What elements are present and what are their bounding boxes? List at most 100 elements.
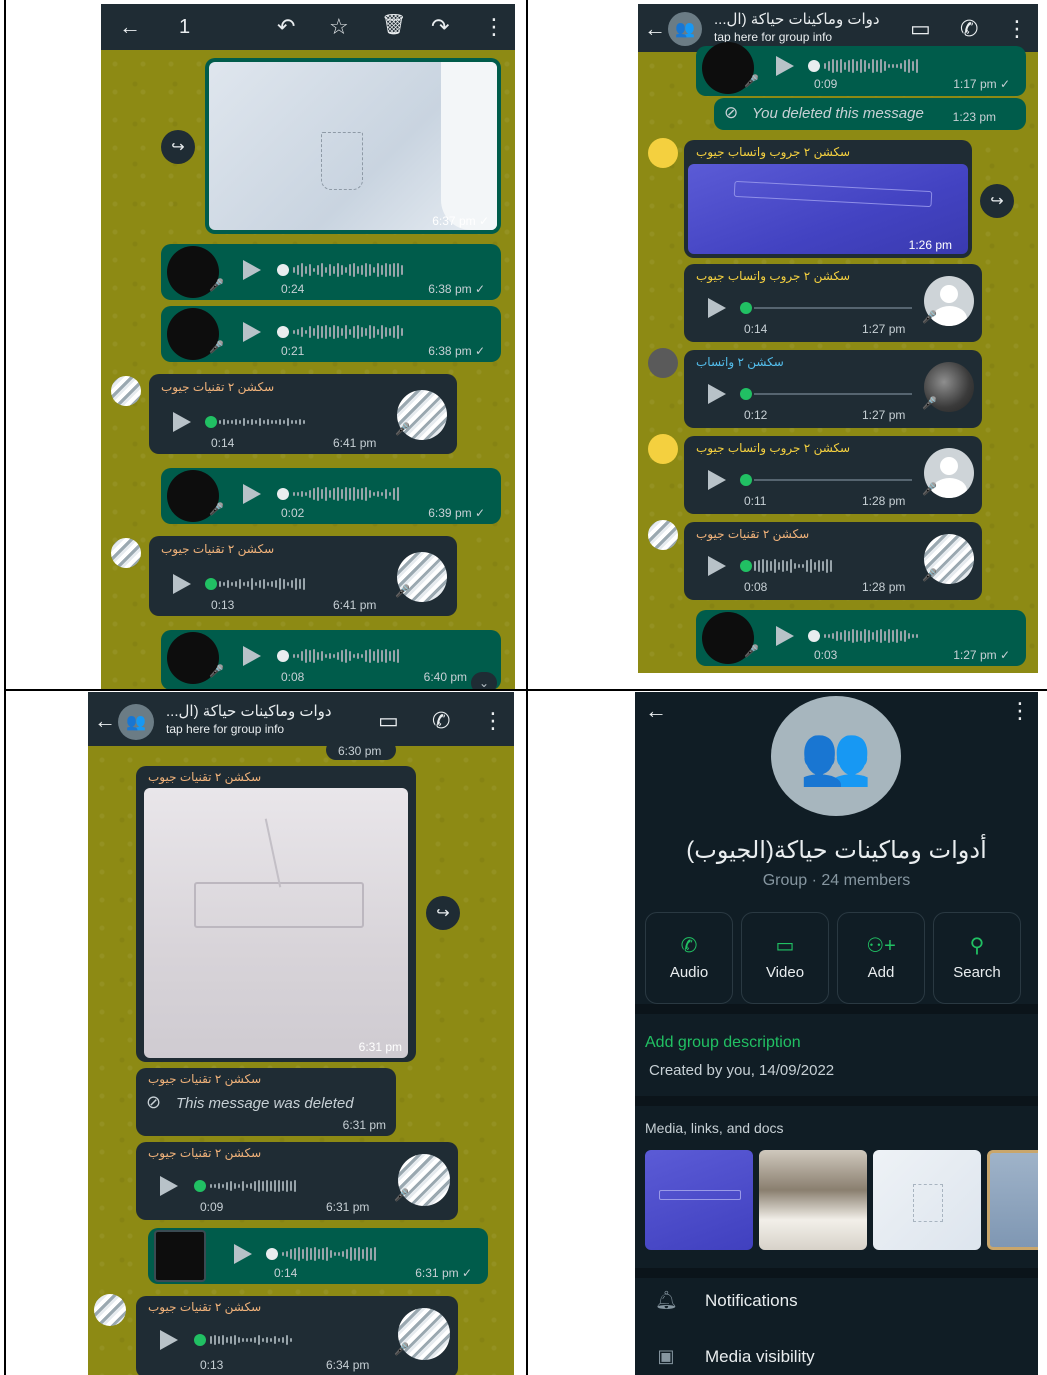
voice-message[interactable]: 🎤 0:03 1:27 pm ✓ <box>696 610 1026 666</box>
play-button[interactable] <box>243 646 261 666</box>
voice-message[interactable]: 0:14 6:31 pm ✓ <box>148 1228 488 1284</box>
sender-name[interactable]: سكشن ٢ تقنيات جيوب <box>148 1146 261 1160</box>
voice-message[interactable]: 🎤 0:02 6:39 pm ✓ <box>161 468 501 524</box>
media-thumbnail[interactable] <box>873 1150 981 1250</box>
voice-message[interactable]: سكشن ٢ تقنيات جيوب 0:08 1:28 pm 🎤 <box>684 522 982 600</box>
voice-message[interactable]: سكشن ٢ واتساب 0:12 1:27 pm 🎤 <box>684 350 982 428</box>
chat-header[interactable]: ← 👥 دوات وماكينات حياكة (ال... tap here … <box>88 692 514 746</box>
chat-title[interactable]: دوات وماكينات حياكة (ال... <box>714 10 880 28</box>
media-thumbnail[interactable] <box>759 1150 867 1250</box>
waveform[interactable] <box>824 58 1014 74</box>
sender-name[interactable]: سكشن ٢ جروب واتساب جيوب <box>696 441 850 455</box>
chat-header[interactable]: ← 👥 دوات وماكينات حياكة (ال... tap here … <box>638 4 1038 52</box>
reply-icon[interactable]: ↶ <box>277 14 295 40</box>
notifications-row[interactable]: 🔔︎ Notifications <box>655 1290 798 1311</box>
play-button[interactable] <box>234 1244 252 1264</box>
voice-message[interactable]: 🎤 0:24 6:38 pm ✓ <box>161 244 501 300</box>
group-avatar[interactable]: 👥 <box>118 704 154 740</box>
play-button[interactable] <box>708 556 726 576</box>
voice-message[interactable]: سكشن ٢ جروب واتساب جيوب 0:14 1:27 pm 🎤 <box>684 264 982 342</box>
play-button[interactable] <box>160 1176 178 1196</box>
progress-dot[interactable] <box>740 388 752 400</box>
arrow-left-icon[interactable]: ← <box>119 14 141 40</box>
waveform[interactable] <box>754 558 914 574</box>
star-icon[interactable]: ☆ <box>329 14 349 40</box>
play-button[interactable] <box>776 56 794 76</box>
arrow-left-icon[interactable]: ← <box>94 708 116 734</box>
voice-message[interactable]: 🎤 0:09 1:17 pm ✓ <box>696 42 1026 96</box>
image-message[interactable]: سكشن ٢ تقنيات جيوب 6:31 pm <box>136 766 416 1062</box>
waveform[interactable] <box>282 1246 472 1262</box>
play-button[interactable] <box>243 484 261 504</box>
media-thumbnail[interactable] <box>987 1150 1038 1250</box>
voice-message[interactable]: 🎤 0:08 6:40 pm <box>161 630 501 689</box>
trash-icon[interactable]: 🗑 <box>381 12 406 37</box>
sender-name[interactable]: سكشن ٢ تقنيات جيوب <box>161 542 274 556</box>
play-button[interactable] <box>708 298 726 318</box>
search-button[interactable]: ⚲ Search <box>933 912 1021 1004</box>
play-button[interactable] <box>173 412 191 432</box>
media-visibility-row[interactable]: ▣ Media visibility <box>655 1346 814 1367</box>
pocket-photo[interactable] <box>209 62 497 230</box>
phone-icon[interactable]: ✆ <box>960 16 978 42</box>
scroll-down-button[interactable]: ⌄ <box>471 672 497 689</box>
progress-dot[interactable] <box>740 560 752 572</box>
progress-dot[interactable] <box>205 578 217 590</box>
pocket-sample-photo[interactable] <box>144 788 408 1058</box>
sender-name[interactable]: سكشن ٢ تقنيات جيوب <box>148 1300 261 1314</box>
sender-name[interactable]: سكشن ٢ جروب واتساب جيوب <box>696 145 850 159</box>
sender-avatar[interactable] <box>111 538 141 568</box>
forward-icon[interactable]: ↪ <box>161 130 195 164</box>
play-button[interactable] <box>173 574 191 594</box>
phone-icon[interactable]: ✆ <box>432 708 450 734</box>
voice-message[interactable]: سكشن ٢ تقنيات جيوب 0:14 6:41 pm 🎤 <box>149 374 457 454</box>
play-button[interactable] <box>708 470 726 490</box>
waveform[interactable] <box>219 576 379 592</box>
play-button[interactable] <box>776 626 794 646</box>
add-group-description[interactable]: Add group description <box>645 1034 801 1052</box>
waveform[interactable] <box>824 628 1014 644</box>
sender-name[interactable]: سكشن ٢ تقنيات جيوب <box>148 770 261 784</box>
waveform[interactable] <box>210 1332 380 1348</box>
sender-avatar[interactable] <box>648 520 678 550</box>
play-button[interactable] <box>708 384 726 404</box>
progress-dot[interactable] <box>808 630 820 642</box>
group-avatar[interactable]: 👥 <box>668 12 702 46</box>
waveform[interactable] <box>293 486 483 502</box>
sender-avatar[interactable] <box>94 1294 126 1326</box>
progress-dot[interactable] <box>266 1248 278 1260</box>
progress-dot[interactable] <box>194 1180 206 1192</box>
waveform[interactable] <box>293 262 483 278</box>
play-button[interactable] <box>243 260 261 280</box>
video-icon[interactable]: ▭ <box>378 708 399 734</box>
partial-message[interactable]: 6:30 pm <box>326 740 396 760</box>
arrow-left-icon[interactable]: ← <box>644 16 666 42</box>
voice-message[interactable]: سكشن ٢ تقنيات جيوب 0:09 6:31 pm 🎤 <box>136 1142 458 1220</box>
waveform[interactable] <box>219 414 379 430</box>
video-icon[interactable]: ▭ <box>910 16 931 42</box>
voice-message[interactable]: سكشن ٢ تقنيات جيوب 0:13 6:41 pm 🎤 <box>149 536 457 616</box>
progress-dot[interactable] <box>740 302 752 314</box>
progress-dot[interactable] <box>194 1334 206 1346</box>
arrow-left-icon[interactable]: ← <box>645 698 667 724</box>
sender-avatar[interactable] <box>648 348 678 378</box>
sender-name[interactable]: سكشن ٢ جروب واتساب جيوب <box>696 269 850 283</box>
sender-name[interactable]: سكشن ٢ واتساب <box>696 355 784 369</box>
deleted-message[interactable]: سكشن ٢ تقنيات جيوب ⊘ This message was de… <box>136 1068 396 1136</box>
progress-dot[interactable] <box>808 60 820 72</box>
sender-avatar[interactable] <box>648 434 678 464</box>
image-message[interactable]: 6:37 pm ✓ <box>205 58 501 234</box>
voice-message[interactable]: سكشن ٢ تقنيات جيوب 0:13 6:34 pm 🎤 <box>136 1296 458 1375</box>
add-member-button[interactable]: ⚇+ Add <box>837 912 925 1004</box>
progress-dot[interactable] <box>277 264 289 276</box>
media-thumbnail[interactable] <box>645 1150 753 1250</box>
progress-dot[interactable] <box>205 416 217 428</box>
more-vert-icon[interactable]: ⋮ <box>1006 16 1028 42</box>
audio-call-button[interactable]: ✆ Audio <box>645 912 733 1004</box>
video-call-button[interactable]: ▭ Video <box>741 912 829 1004</box>
chat-title[interactable]: دوات وماكينات حياكة (ال... <box>166 702 332 720</box>
sender-avatar[interactable] <box>648 138 678 168</box>
deleted-message[interactable]: ⊘ You deleted this message 1:23 pm <box>714 98 1026 130</box>
more-vert-icon[interactable]: ⋮ <box>483 14 505 40</box>
progress-dot[interactable] <box>277 488 289 500</box>
